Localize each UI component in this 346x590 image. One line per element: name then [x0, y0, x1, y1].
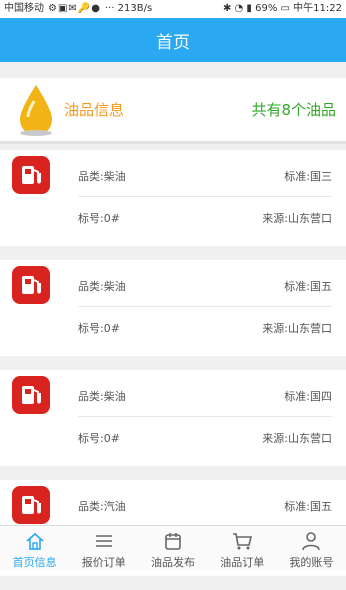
- product-grade: 标号:0#: [78, 212, 120, 225]
- status-bar: 中国移动 ⚙▣✉🔑● ··· 213B/s ✱ ◔ ▮ 69% ▭ 中午11:2…: [0, 0, 346, 18]
- bottom-tab-bar: 首页信息 报价订单 油品发布 油品订单 我的账号: [0, 525, 346, 570]
- battery-level: 69%: [255, 3, 278, 14]
- tab-label: 我的账号: [289, 556, 334, 569]
- page-title: 首页: [156, 32, 190, 53]
- fuel-pump-icon: [12, 486, 50, 524]
- product-category: 品类:汽油: [78, 500, 126, 513]
- network-speed: ··· 213B/s: [104, 3, 153, 14]
- product-grade: 标号:0#: [78, 432, 120, 445]
- cart-icon: [233, 533, 253, 550]
- product-card[interactable]: 品类:柴油 标准:国三 标号:0# 来源:山东营口: [0, 150, 346, 246]
- fuel-pump-icon: [12, 156, 50, 194]
- product-row-bottom: 标号:0# 来源:山东营口: [78, 198, 332, 238]
- product-row-bottom: 标号:0# 来源:山东营口: [78, 308, 332, 348]
- product-list: 品类:柴油 标准:国三 标号:0# 来源:山东营口 品类:柴油 标准:国五 标号…: [0, 150, 346, 590]
- oil-info-title: 油品信息: [64, 101, 125, 119]
- list-icon: [95, 535, 112, 547]
- product-standard: 标准:国三: [284, 170, 332, 183]
- fuel-pump-icon: [12, 376, 50, 414]
- product-category: 品类:柴油: [78, 170, 126, 183]
- tab-oil-publish[interactable]: 油品发布: [138, 526, 207, 570]
- product-grade: 标号:0#: [78, 322, 120, 335]
- product-card[interactable]: 品类:柴油 标准:国五 标号:0# 来源:山东营口: [0, 260, 346, 356]
- oil-info-header: 油品信息 共有8个油品: [0, 78, 346, 144]
- title-bar: 首页: [0, 18, 346, 62]
- home-icon: [26, 532, 44, 550]
- carrier-label: 中国移动: [4, 3, 44, 14]
- fuel-pump-icon: [12, 266, 50, 304]
- product-row-top: 品类:柴油 标准:国三: [78, 156, 332, 197]
- oil-drop-icon: [20, 84, 52, 136]
- signal-icon: ✱ ◔ ▮: [222, 3, 252, 14]
- tab-label: 报价订单: [81, 556, 126, 569]
- product-row-top: 品类:汽油 标准:国五: [78, 486, 332, 527]
- product-source: 来源:山东营口: [262, 432, 332, 445]
- user-icon: [302, 532, 321, 551]
- tab-my-account[interactable]: 我的账号: [277, 526, 346, 570]
- product-standard: 标准:国五: [284, 500, 332, 513]
- oil-count: 共有8个油品: [251, 101, 336, 119]
- status-right: ✱ ◔ ▮ 69% ▭ 中午11:22: [223, 0, 342, 18]
- product-row-top: 品类:柴油 标准:国四: [78, 376, 332, 417]
- tab-home[interactable]: 首页信息: [0, 526, 69, 570]
- product-category: 品类:柴油: [78, 280, 126, 293]
- tab-oil-orders[interactable]: 油品订单: [208, 526, 277, 570]
- battery-icon: ▭: [280, 3, 290, 14]
- clock: 中午11:22: [293, 3, 342, 14]
- tab-label: 油品订单: [220, 556, 265, 569]
- tab-quote-orders[interactable]: 报价订单: [69, 526, 138, 570]
- product-category: 品类:柴油: [78, 390, 126, 403]
- product-card[interactable]: 品类:柴油 标准:国四 标号:0# 来源:山东营口: [0, 370, 346, 466]
- product-row-top: 品类:柴油 标准:国五: [78, 266, 332, 307]
- product-source: 来源:山东营口: [262, 212, 332, 225]
- product-row-bottom: 标号:0# 来源:山东营口: [78, 418, 332, 458]
- product-standard: 标准:国四: [284, 390, 332, 403]
- product-source: 来源:山东营口: [262, 322, 332, 335]
- tab-label: 油品发布: [151, 556, 195, 569]
- tab-label: 首页信息: [12, 556, 57, 569]
- notification-icons: ⚙▣✉🔑●: [48, 3, 101, 14]
- calendar-icon: [165, 533, 181, 550]
- product-standard: 标准:国五: [284, 280, 332, 293]
